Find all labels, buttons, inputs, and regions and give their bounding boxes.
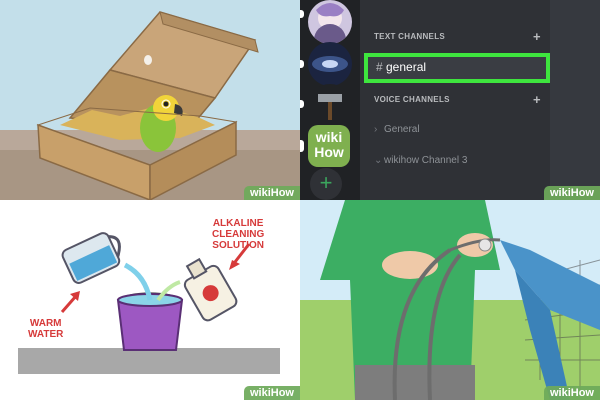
- watermark-how: How: [270, 187, 294, 199]
- alkaline-cleaning-solution-label: ALKALINE CLEANING SOLUTION: [212, 218, 264, 251]
- text-channels-header[interactable]: TEXT CHANNELS: [374, 32, 445, 41]
- label-line: SOLUTION: [212, 240, 264, 251]
- watermark-how: How: [570, 387, 594, 399]
- label-line: WATER: [28, 329, 64, 340]
- watermark-wiki: wiki: [549, 387, 571, 399]
- watermark-wiki: wiki: [249, 387, 271, 399]
- server-indicator-active: [300, 140, 304, 152]
- server-icon-how: How: [314, 144, 344, 160]
- voice-channel-wikihow-3[interactable]: ⌄ wikihow Channel 3: [374, 155, 467, 166]
- server-icon-wikihow[interactable]: wiki How: [308, 125, 350, 167]
- voice-channel-general[interactable]: › General: [374, 124, 420, 135]
- channel-list: TEXT CHANNELS + # general VOICE CHANNELS…: [360, 0, 550, 200]
- voice-channel-label: wikihow Channel 3: [384, 155, 468, 166]
- net-panel: wikiHow: [300, 200, 600, 400]
- add-voice-channel-button[interactable]: +: [533, 93, 541, 106]
- server-icon-avatar[interactable]: [308, 0, 352, 44]
- channel-name: general: [386, 60, 427, 74]
- server-icon-hammer[interactable]: [308, 84, 352, 128]
- watermark-wiki: wiki: [549, 187, 571, 199]
- wikihow-watermark: wikiHow: [543, 186, 600, 200]
- parrot-box-panel: wikiHow: [0, 0, 300, 200]
- label-line: ALKALINE: [212, 218, 264, 229]
- voice-channel-label: General: [384, 124, 420, 135]
- warm-water-label: WARM WATER: [28, 318, 63, 340]
- watermark-wiki: wiki: [249, 187, 271, 199]
- chevron-down-icon: ⌄: [374, 155, 383, 166]
- label-line: WARM: [29, 318, 62, 329]
- server-icon-galaxy[interactable]: [308, 42, 352, 86]
- discord-panel: wiki How + TEXT CHANNELS + # general VOI…: [300, 0, 600, 200]
- server-indicator: [300, 100, 304, 108]
- server-list: wiki How +: [300, 0, 360, 200]
- server-indicator: [300, 10, 304, 18]
- server-icon-wiki: wiki: [315, 129, 343, 145]
- voice-channels-header[interactable]: VOICE CHANNELS: [374, 95, 450, 104]
- wikihow-watermark: wikiHow: [243, 186, 300, 200]
- wikihow-watermark: wikiHow: [243, 386, 300, 400]
- watermark-how: How: [270, 387, 294, 399]
- hash-icon: #: [376, 60, 383, 74]
- chat-area-edge: [550, 0, 600, 200]
- add-server-plus: +: [319, 170, 333, 195]
- server-indicator: [300, 60, 304, 68]
- watermark-how: How: [570, 187, 594, 199]
- add-server-button[interactable]: +: [310, 168, 342, 200]
- person-net-illustration: [300, 200, 600, 400]
- chevron-right-icon: ›: [374, 124, 378, 135]
- channel-general[interactable]: # general: [364, 53, 550, 83]
- wikihow-watermark: wikiHow: [543, 386, 600, 400]
- add-text-channel-button[interactable]: +: [533, 30, 541, 43]
- label-line: CLEANING: [212, 229, 265, 240]
- cleaning-solution-panel: ALKALINE CLEANING SOLUTION WARM WATER wi…: [0, 200, 300, 400]
- parrot-box-illustration: [0, 0, 300, 200]
